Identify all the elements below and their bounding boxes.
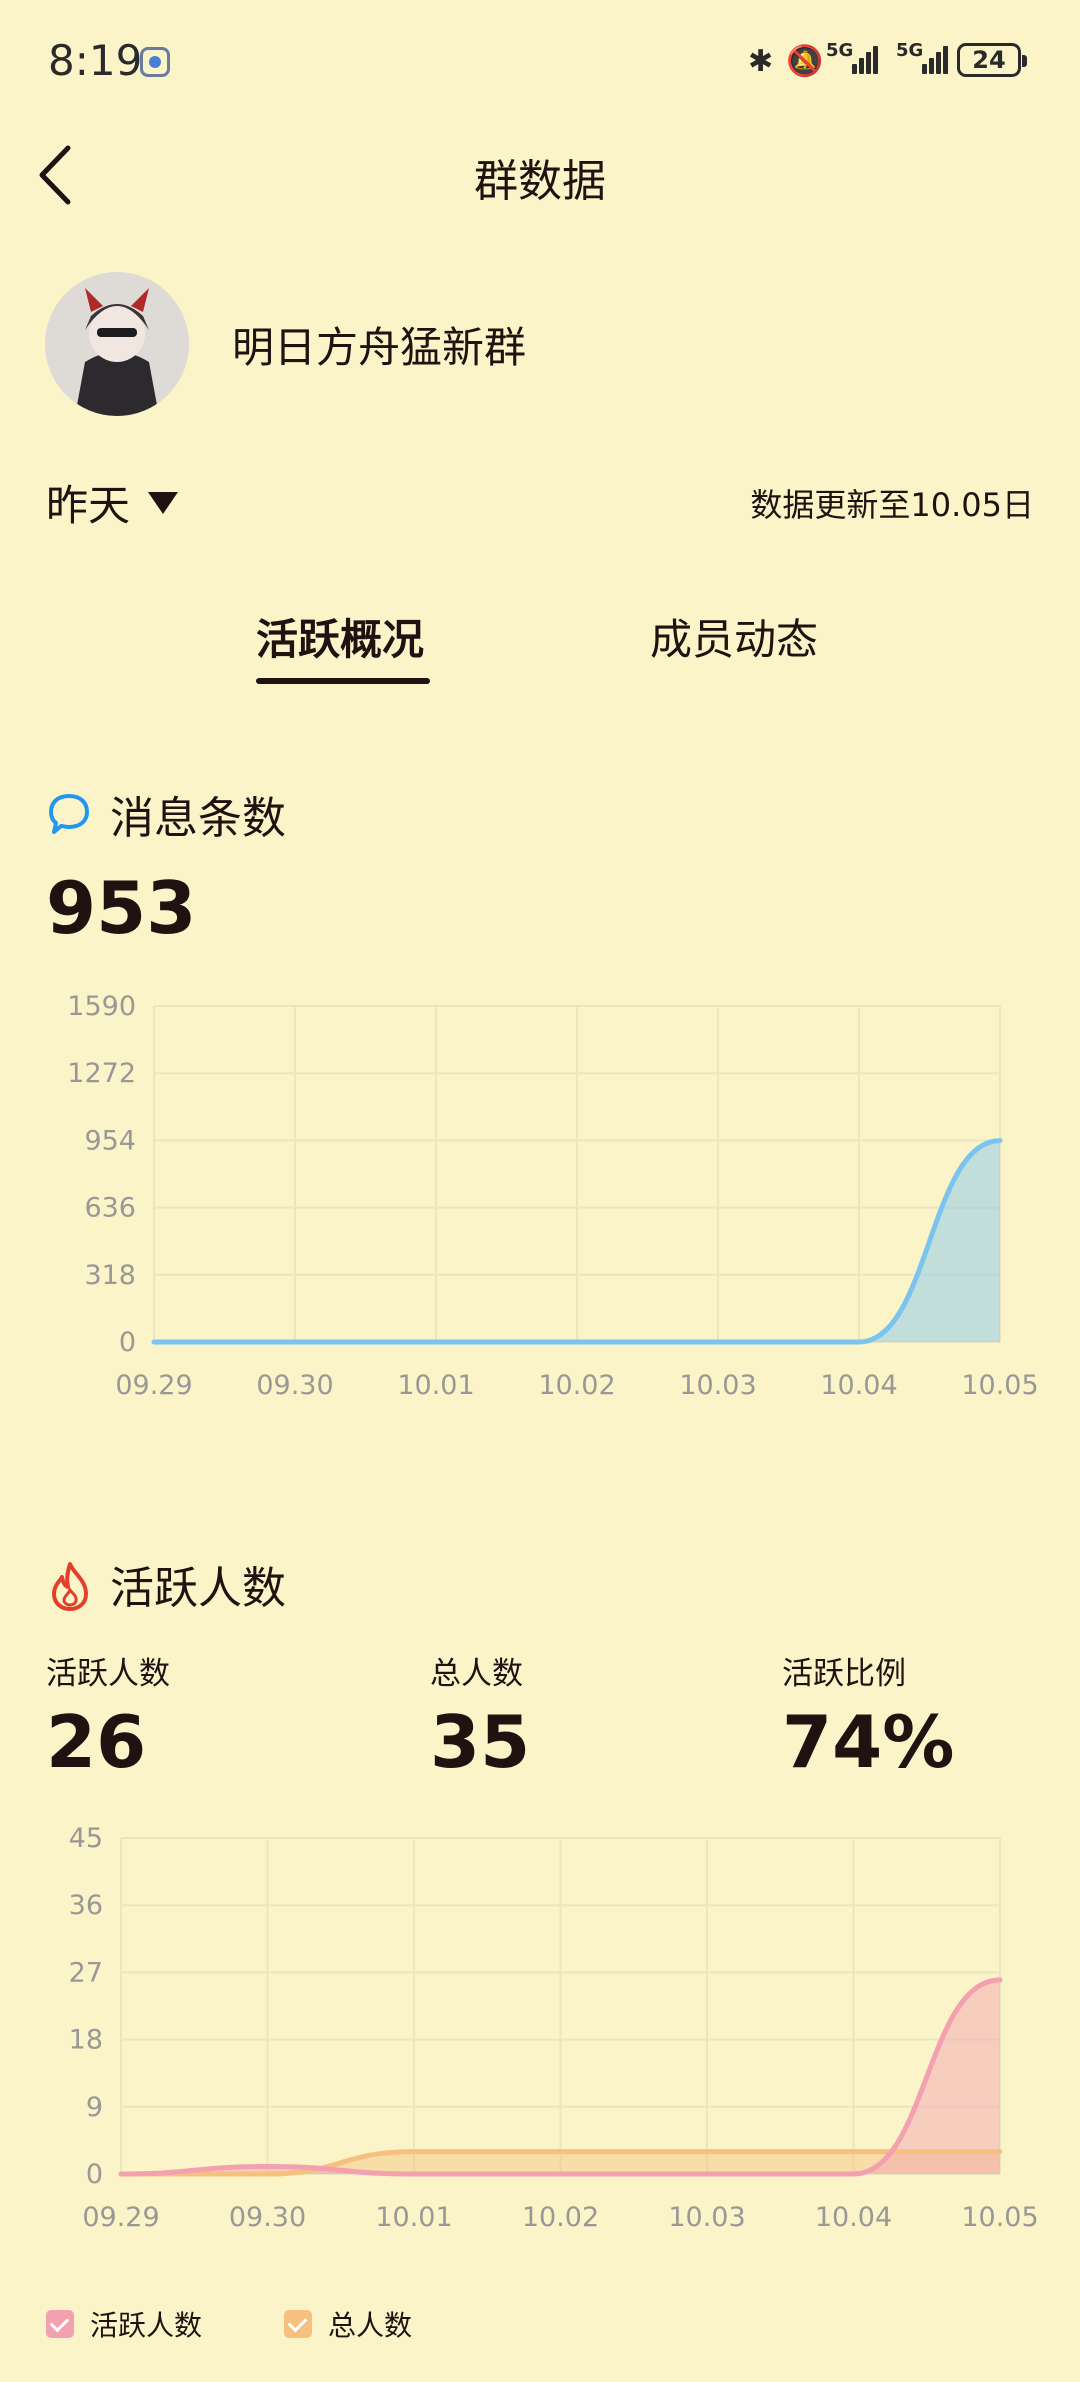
legend-total[interactable]: 总人数 [284,2304,412,2344]
active-chart-y-tick: 0 [86,2159,103,2190]
battery-tip [1022,55,1027,67]
signal-5g-label-2: 5G [896,40,924,61]
legend-active-swatch [46,2310,74,2338]
stat-active-value: 26 [46,1700,147,1784]
active-chart-x-tick: 09.29 [82,2202,159,2233]
stat-total-value: 35 [430,1700,531,1784]
active-chart-y-tick: 27 [69,1957,103,1988]
messages-chart-y-tick: 636 [84,1193,136,1224]
legend-active-label: 活跃人数 [90,2309,203,2342]
chat-bubble-icon [48,792,90,840]
period-label: 昨天 [46,481,131,530]
messages-count: 953 [46,866,197,950]
active-chart-y-tick: 9 [86,2092,103,2123]
active-chart-y-tick: 18 [69,2025,103,2056]
messages-chart-y-tick: 1272 [67,1058,136,1089]
caret-down-icon [148,491,179,514]
active-chart-y-tick: 45 [69,1823,103,1854]
stat-total-label: 总人数 [430,1656,523,1692]
active-chart-x-tick: 10.02 [522,2202,599,2233]
stat-ratio-label: 活跃比例 [782,1656,906,1692]
update-note: 数据更新至10.05日 [750,486,1034,524]
active-chart-x-tick: 10.05 [961,2202,1038,2233]
messages-chart-y-tick: 0 [119,1327,136,1358]
signal-5g-icon-2: 5G [896,40,956,80]
avatar[interactable] [45,272,189,416]
tab-member-activity[interactable]: 成员动态 [650,606,818,667]
messages-chart-x-tick: 09.29 [115,1370,192,1400]
bluetooth-icon: ✱ [748,44,774,79]
messages-chart-x-tick: 09.30 [256,1370,333,1400]
active-chart-x-tick: 10.04 [815,2202,892,2233]
bell-muted-icon: 🔕 [786,44,824,79]
tab-indicator [256,678,430,684]
legend-active[interactable]: 活跃人数 [46,2304,202,2344]
tab-active-overview[interactable]: 活跃概况 [256,606,424,667]
stat-ratio-value: 74% [782,1700,955,1784]
legend-total-swatch [284,2310,312,2338]
messages-chart-x-tick: 10.05 [961,1370,1038,1400]
battery-icon: 24 [957,43,1021,77]
active-members-chart: 45 36 27 18 9 0 09.29 09.30 10.01 10.02 10.03 10.04… [69,1823,1039,2233]
active-title: 活跃人数 [110,1563,286,1614]
active-chart-x-tick: 10.01 [375,2202,452,2233]
messages-chart-x-tick: 10.01 [397,1370,474,1400]
page-title: 群数据 [474,156,606,207]
status-time: 8:19 [48,36,143,85]
messages-chart-y-tick: 1590 [67,991,136,1022]
stat-active-label: 活跃人数 [46,1656,170,1692]
active-chart-y-tick: 36 [69,1890,103,1921]
messages-chart-x-tick: 10.02 [538,1370,615,1400]
signal-5g-label: 5G [826,40,854,61]
app-notification-icon [140,47,170,77]
messages-title: 消息条数 [110,793,286,844]
active-chart-x-tick: 09.30 [229,2202,306,2233]
messages-chart-y-tick: 954 [84,1125,136,1156]
signal-5g-icon: 5G [826,40,886,80]
group-name: 明日方舟猛新群 [232,323,527,372]
active-chart-x-tick: 10.03 [668,2202,745,2233]
period-dropdown[interactable]: 昨天 [46,472,179,533]
legend-total-label: 总人数 [328,2309,413,2342]
messages-chart: 1590 1272 954 636 318 0 09.29 09.30 10.01 10.02 10… [67,991,1038,1400]
messages-chart-y-tick: 318 [84,1260,136,1291]
messages-chart-x-tick: 10.03 [679,1370,756,1400]
flame-icon [46,1560,94,1616]
messages-chart-x-tick: 10.04 [820,1370,897,1400]
